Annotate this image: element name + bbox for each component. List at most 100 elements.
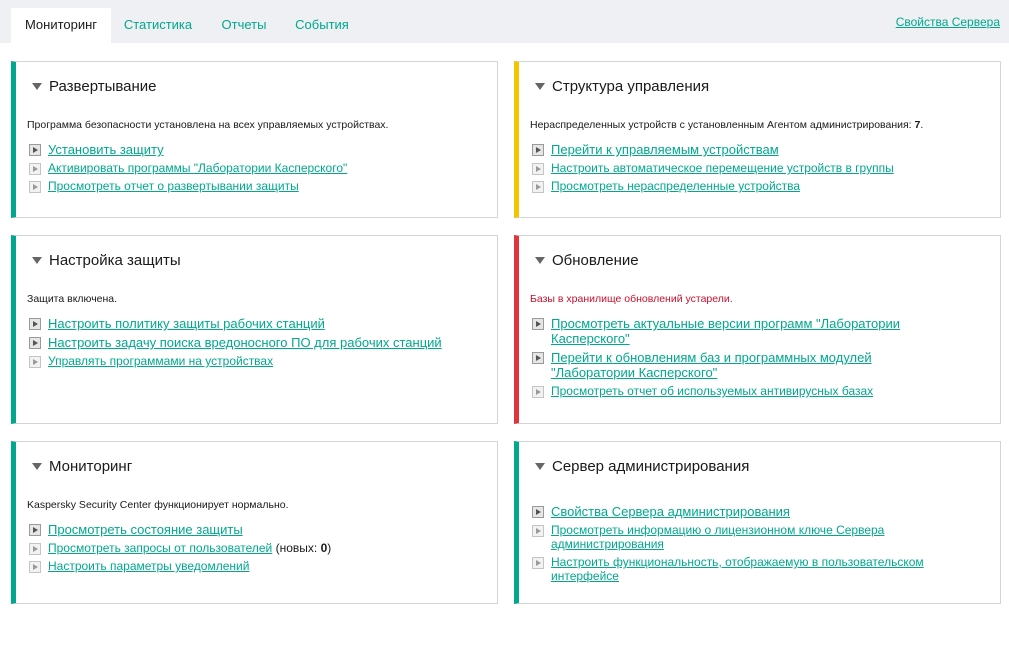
list-item: Настроить задачу поиска вредоносного ПО … <box>29 335 487 350</box>
protection-panel: Настройка защиты Защита включена. Настро… <box>11 235 498 424</box>
arrow-right-icon <box>29 144 41 156</box>
deployment-title: Развертывание <box>49 78 157 95</box>
deployment-status: Программа безопасности установлена на вс… <box>27 119 389 131</box>
tab-monitoring[interactable]: Мониторинг <box>11 8 111 43</box>
new-requests-counter: (новых: 0) <box>272 541 332 555</box>
deployment-header[interactable]: Развертывание <box>32 78 157 95</box>
manage-programs-link[interactable]: Управлять программами на устройствах <box>48 354 273 368</box>
update-links: Просмотреть актуальные версии программ "… <box>532 316 940 402</box>
arrow-right-icon <box>29 163 41 175</box>
arrow-right-icon <box>532 163 544 175</box>
list-item: Просмотреть нераспределенные устройства <box>532 179 990 193</box>
protection-state-link[interactable]: Просмотреть состояние защиты <box>48 522 243 537</box>
protection-status: Защита включена. <box>27 293 118 305</box>
arrow-right-icon <box>532 318 544 330</box>
new-requests-label: (новых: <box>275 541 318 555</box>
management-status-text: Нераспределенных устройств с установленн… <box>530 119 912 131</box>
list-item: Активировать программы "Лаборатории Касп… <box>29 161 487 175</box>
malware-scan-task-link[interactable]: Настроить задачу поиска вредоносного ПО … <box>48 335 442 350</box>
collapse-icon <box>535 83 545 90</box>
arrow-right-icon <box>29 561 41 573</box>
management-title: Структура управления <box>552 78 710 95</box>
list-item: Просмотреть актуальные версии программ "… <box>532 316 940 346</box>
update-header[interactable]: Обновление <box>535 252 639 269</box>
update-status: Базы в хранилище обновлений устарели. <box>530 293 733 305</box>
list-item: Свойства Сервера администрирования <box>532 504 940 519</box>
list-item: Просмотреть отчет о развертывании защиты <box>29 179 487 193</box>
arrow-right-icon <box>29 543 41 555</box>
admin-server-links: Свойства Сервера администрирования Просм… <box>532 504 940 587</box>
list-item: Настроить автоматическое перемещение уст… <box>532 161 990 175</box>
database-updates-link[interactable]: Перейти к обновлениям баз и программных … <box>551 350 940 380</box>
activate-programs-link[interactable]: Активировать программы "Лаборатории Касп… <box>48 161 347 175</box>
collapse-icon <box>32 83 42 90</box>
list-item: Перейти к управляемым устройствам <box>532 142 990 157</box>
arrow-right-icon <box>532 506 544 518</box>
admin-server-properties-link[interactable]: Свойства Сервера администрирования <box>551 504 790 519</box>
monitoring-panel: Мониторинг Kaspersky Security Center фун… <box>11 441 498 604</box>
protection-links: Настроить политику защиты рабочих станци… <box>29 316 487 372</box>
install-protection-link[interactable]: Установить защиту <box>48 142 164 157</box>
server-properties-link[interactable]: Свойства Сервера <box>896 15 1000 29</box>
license-key-info-link[interactable]: Просмотреть информацию о лицензионном кл… <box>551 523 940 551</box>
admin-server-title: Сервер администрирования <box>552 458 750 475</box>
list-item: Просмотреть информацию о лицензионном кл… <box>532 523 940 551</box>
list-item: Просмотреть запросы от пользователей (но… <box>29 541 487 555</box>
arrow-right-icon <box>532 181 544 193</box>
list-item: Установить защиту <box>29 142 487 157</box>
arrow-right-icon <box>532 557 544 569</box>
arrow-right-icon <box>532 352 544 364</box>
monitoring-links: Просмотреть состояние защиты Просмотреть… <box>29 522 487 577</box>
list-item: Настроить политику защиты рабочих станци… <box>29 316 487 331</box>
tab-statistics[interactable]: Статистика <box>113 8 203 43</box>
management-status: Нераспределенных устройств с установленн… <box>530 119 924 131</box>
arrow-right-icon <box>29 318 41 330</box>
collapse-icon <box>32 463 42 470</box>
monitoring-status: Kaspersky Security Center функционирует … <box>27 499 289 511</box>
list-item: Настроить функциональность, отображаемую… <box>532 555 940 583</box>
protection-title: Настройка защиты <box>49 252 181 269</box>
list-item: Просмотреть отчет об используемых антиви… <box>532 384 940 398</box>
workstation-policy-link[interactable]: Настроить политику защиты рабочих станци… <box>48 316 325 331</box>
unassigned-devices-link[interactable]: Просмотреть нераспределенные устройства <box>551 179 800 193</box>
tab-reports[interactable]: Отчеты <box>207 8 281 43</box>
arrow-right-icon <box>532 525 544 537</box>
collapse-icon <box>32 257 42 264</box>
update-title: Обновление <box>552 252 639 269</box>
deployment-report-link[interactable]: Просмотреть отчет о развертывании защиты <box>48 179 299 193</box>
auto-move-devices-link[interactable]: Настроить автоматическое перемещение уст… <box>551 161 894 175</box>
notification-settings-link[interactable]: Настроить параметры уведомлений <box>48 559 249 573</box>
tab-events[interactable]: События <box>285 8 359 43</box>
deployment-panel: Развертывание Программа безопасности уст… <box>11 61 498 218</box>
admin-server-header[interactable]: Сервер администрирования <box>535 458 749 475</box>
new-requests-close: ) <box>327 541 332 555</box>
list-item: Управлять программами на устройствах <box>29 354 487 368</box>
arrow-right-icon <box>29 356 41 368</box>
protection-header[interactable]: Настройка защиты <box>32 252 181 269</box>
antivirus-bases-report-link[interactable]: Просмотреть отчет об используемых антиви… <box>551 384 873 398</box>
arrow-right-icon <box>29 524 41 536</box>
monitoring-header[interactable]: Мониторинг <box>32 458 132 475</box>
deployment-links: Установить защиту Активировать программы… <box>29 142 487 197</box>
list-item: Настроить параметры уведомлений <box>29 559 487 573</box>
monitoring-title: Мониторинг <box>49 458 133 475</box>
list-item: Просмотреть состояние защиты <box>29 522 487 537</box>
collapse-icon <box>535 257 545 264</box>
configure-ui-functionality-link[interactable]: Настроить функциональность, отображаемую… <box>551 555 940 583</box>
update-panel: Обновление Базы в хранилище обновлений у… <box>514 235 1001 424</box>
arrow-right-icon <box>532 386 544 398</box>
admin-server-panel: Сервер администрирования Свойства Сервер… <box>514 441 1001 604</box>
arrow-right-icon <box>532 144 544 156</box>
user-requests-link[interactable]: Просмотреть запросы от пользователей <box>48 541 272 555</box>
arrow-right-icon <box>29 337 41 349</box>
managed-devices-link[interactable]: Перейти к управляемым устройствам <box>551 142 779 157</box>
unassigned-count: 7 <box>914 119 921 131</box>
arrow-right-icon <box>29 181 41 193</box>
program-versions-link[interactable]: Просмотреть актуальные версии программ "… <box>551 316 940 346</box>
collapse-icon <box>535 463 545 470</box>
list-item: Перейти к обновлениям баз и программных … <box>532 350 940 380</box>
management-links: Перейти к управляемым устройствам Настро… <box>532 142 990 197</box>
management-header[interactable]: Структура управления <box>535 78 709 95</box>
tab-bar: Мониторинг Статистика Отчеты События Сво… <box>0 0 1009 43</box>
management-panel: Структура управления Нераспределенных ус… <box>514 61 1001 218</box>
